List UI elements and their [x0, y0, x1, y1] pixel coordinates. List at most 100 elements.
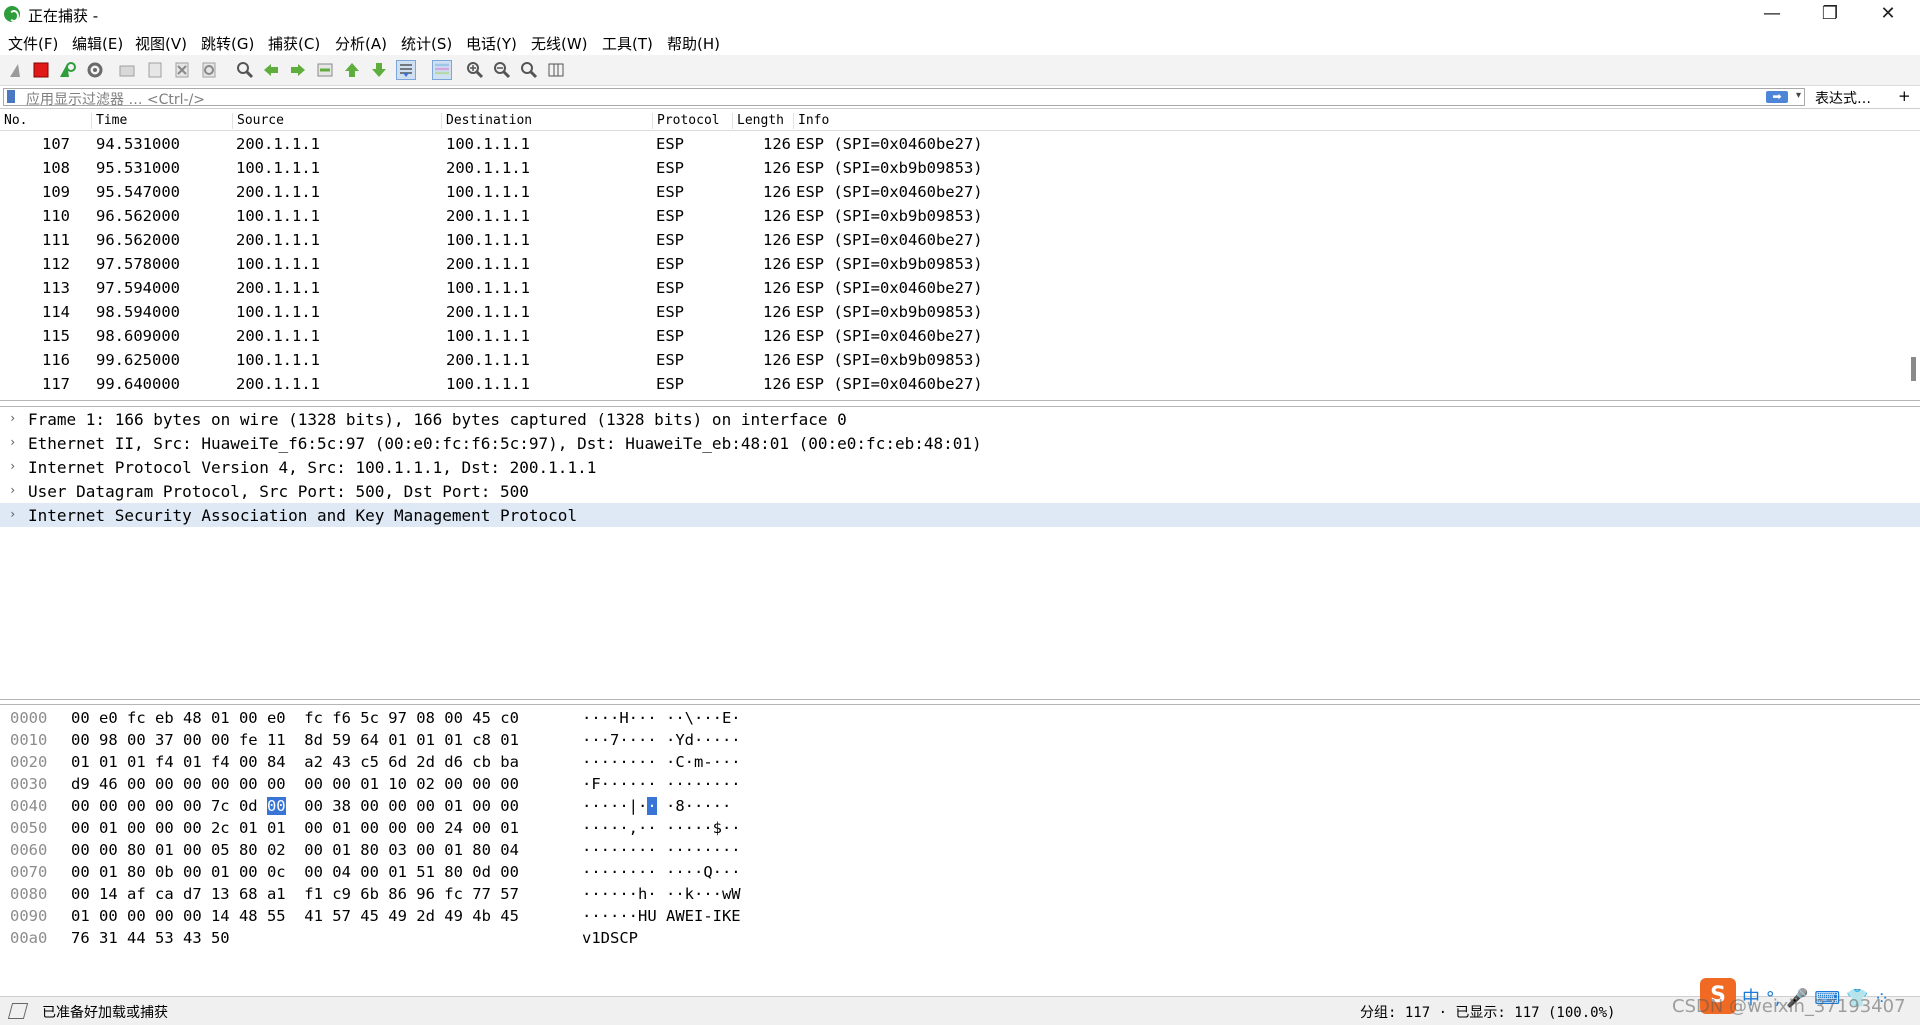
column-info[interactable]: Info: [793, 113, 829, 129]
go-back-arrow-icon[interactable]: [262, 61, 280, 79]
resize-columns-icon[interactable]: [547, 61, 565, 79]
hex-dump-row[interactable]: 0080 00 14 af ca d7 13 68 a1 f1 c9 6b 86 …: [0, 883, 1920, 905]
hex-bytes[interactable]: 00 00 80 01 00 05 80 02 00 01 80 03 00 0…: [71, 841, 519, 859]
ascii-bytes[interactable]: ········ ·C·m-···: [582, 753, 741, 771]
packet-row[interactable]: 114 98.594000 100.1.1.1 200.1.1.1 ESP 126 ESP …: [0, 300, 1900, 324]
tree-item-udp[interactable]: › User Datagram Protocol, Src Port: 500,…: [0, 479, 1920, 503]
hex-dump-row[interactable]: 0050 00 01 00 00 00 2c 01 01 00 01 00 00 …: [0, 817, 1920, 839]
column-length[interactable]: Length: [732, 113, 784, 129]
hex-bytes[interactable]: 00 98 00 37 00 00 fe 11 8d 59 64 01 01 0…: [71, 731, 519, 749]
bookmark-icon[interactable]: [7, 90, 15, 103]
hex-dump-row[interactable]: 0030 d9 46 00 00 00 00 00 00 00 00 01 10 …: [0, 773, 1920, 795]
hex-bytes[interactable]: 01 00 00 00 00 14 48 55 41 57 45 49 2d 4…: [71, 907, 519, 925]
menu-go[interactable]: 跳转(G): [201, 33, 254, 54]
ascii-bytes[interactable]: ·····|·· ·8·····: [582, 797, 731, 815]
restart-capture-icon[interactable]: [58, 61, 76, 79]
menu-analyze[interactable]: 分析(A): [335, 33, 387, 54]
packet-row[interactable]: 108 95.531000 100.1.1.1 200.1.1.1 ESP 126 ESP …: [0, 156, 1900, 180]
tree-item-frame[interactable]: › Frame 1: 166 bytes on wire (1328 bits)…: [0, 407, 1920, 431]
packet-row[interactable]: 109 95.547000 200.1.1.1 100.1.1.1 ESP 126 ESP …: [0, 180, 1900, 204]
menu-tools[interactable]: 工具(T): [602, 33, 653, 54]
apply-filter-arrow-icon[interactable]: ➡: [1766, 91, 1788, 103]
hex-dump-row[interactable]: 0010 00 98 00 37 00 00 fe 11 8d 59 64 01 …: [0, 729, 1920, 751]
expand-arrow-icon[interactable]: ›: [9, 435, 16, 449]
minimize-button[interactable]: —: [1742, 0, 1802, 30]
find-packet-icon[interactable]: [236, 61, 254, 79]
hex-dump-row[interactable]: 0020 01 01 01 f4 01 f4 00 84 a2 43 c5 6d …: [0, 751, 1920, 773]
filter-history-dropdown[interactable]: ▾: [1796, 90, 1801, 101]
save-file-icon[interactable]: [146, 61, 164, 79]
packet-row[interactable]: 113 97.594000 200.1.1.1 100.1.1.1 ESP 126 ESP …: [0, 276, 1900, 300]
expand-arrow-icon[interactable]: ›: [9, 507, 16, 521]
column-protocol[interactable]: Protocol: [652, 113, 720, 129]
zoom-out-icon[interactable]: [493, 61, 511, 79]
packet-row[interactable]: 112 97.578000 100.1.1.1 200.1.1.1 ESP 126 ESP …: [0, 252, 1900, 276]
normal-size-icon[interactable]: [520, 61, 538, 79]
hex-dump-row[interactable]: 0060 00 00 80 01 00 05 80 02 00 01 80 03 …: [0, 839, 1920, 861]
hex-bytes[interactable]: 76 31 44 53 43 50: [71, 929, 230, 947]
expand-arrow-icon[interactable]: ›: [9, 459, 16, 473]
packet-row[interactable]: 107 94.531000 200.1.1.1 100.1.1.1 ESP 126 ESP …: [0, 132, 1900, 156]
menu-help[interactable]: 帮助(H): [667, 33, 720, 54]
menu-view[interactable]: 视图(V): [135, 33, 187, 54]
hex-dump-row[interactable]: 0040 00 00 00 00 00 7c 0d 00 00 38 00 00 …: [0, 795, 1920, 817]
menu-telephony[interactable]: 电话(Y): [466, 33, 517, 54]
hex-dump-row[interactable]: 00a0 76 31 44 53 43 50 v1DSCP: [0, 927, 1920, 949]
expand-arrow-icon[interactable]: ›: [9, 411, 16, 425]
packet-list-scrollbar[interactable]: [1911, 357, 1916, 381]
shark-fin-start-icon[interactable]: [8, 61, 26, 79]
add-filter-button[interactable]: +: [1898, 87, 1911, 105]
menu-wireless[interactable]: 无线(W): [531, 33, 588, 54]
tree-item-ipv4[interactable]: › Internet Protocol Version 4, Src: 100.…: [0, 455, 1920, 479]
hex-bytes[interactable]: 00 00 00 00 00 7c 0d 00 00 38 00 00 00 0…: [71, 797, 519, 815]
ascii-bytes[interactable]: ····H··· ··\···E·: [582, 709, 741, 727]
open-file-icon[interactable]: [118, 61, 136, 79]
colorize-list-icon[interactable]: [432, 60, 452, 80]
column-destination[interactable]: Destination: [441, 113, 532, 129]
ascii-bytes[interactable]: ···7···· ·Yd·····: [582, 731, 741, 749]
hex-dump-row[interactable]: 0090 01 00 00 00 00 14 48 55 41 57 45 49 …: [0, 905, 1920, 927]
display-filter-input[interactable]: 应用显示过滤器 … <Ctrl-/> ➡ ▾: [3, 88, 1805, 108]
auto-scroll-icon[interactable]: [396, 60, 416, 80]
go-forward-arrow-icon[interactable]: [289, 61, 307, 79]
close-file-icon[interactable]: [173, 61, 191, 79]
expert-info-icon[interactable]: [7, 1003, 29, 1019]
hex-bytes[interactable]: d9 46 00 00 00 00 00 00 00 00 01 10 02 0…: [71, 775, 519, 793]
maximize-button[interactable]: ❐: [1800, 0, 1860, 30]
column-time[interactable]: Time: [91, 113, 127, 129]
stop-capture-icon[interactable]: [32, 61, 50, 79]
menu-edit[interactable]: 编辑(E): [72, 33, 123, 54]
go-last-packet-icon[interactable]: [370, 61, 388, 79]
zoom-in-icon[interactable]: [466, 61, 484, 79]
capture-options-gear-icon[interactable]: [86, 61, 104, 79]
packet-row[interactable]: 115 98.609000 200.1.1.1 100.1.1.1 ESP 126 ESP …: [0, 324, 1900, 348]
ascii-bytes[interactable]: ········ ········: [582, 841, 741, 859]
hex-bytes[interactable]: 00 e0 fc eb 48 01 00 e0 fc f6 5c 97 08 0…: [71, 709, 519, 727]
menu-statistics[interactable]: 统计(S): [401, 33, 452, 54]
reload-file-icon[interactable]: [200, 61, 218, 79]
ascii-bytes[interactable]: ········ ····Q···: [582, 863, 741, 881]
menu-file[interactable]: 文件(F): [8, 33, 58, 54]
hex-bytes[interactable]: 01 01 01 f4 01 f4 00 84 a2 43 c5 6d 2d d…: [71, 753, 519, 771]
go-first-packet-icon[interactable]: [343, 61, 361, 79]
expression-button[interactable]: 表达式…: [1815, 88, 1871, 108]
go-to-packet-icon[interactable]: [316, 61, 334, 79]
packet-row[interactable]: 116 99.625000 100.1.1.1 200.1.1.1 ESP 126 ESP …: [0, 348, 1900, 372]
ascii-bytes[interactable]: ·F······ ········: [582, 775, 741, 793]
hex-bytes[interactable]: 00 14 af ca d7 13 68 a1 f1 c9 6b 86 96 f…: [71, 885, 519, 903]
close-button[interactable]: ✕: [1858, 0, 1918, 30]
ascii-bytes[interactable]: ·····,·· ·····$··: [582, 819, 741, 837]
tree-item-ethernet[interactable]: › Ethernet II, Src: HuaweiTe_f6:5c:97 (0…: [0, 431, 1920, 455]
ascii-bytes[interactable]: ······h· ··k···wW: [582, 885, 741, 903]
packet-row[interactable]: 110 96.562000 100.1.1.1 200.1.1.1 ESP 126 ESP …: [0, 204, 1900, 228]
packet-row[interactable]: 117 99.640000 200.1.1.1 100.1.1.1 ESP 126 ESP …: [0, 372, 1900, 396]
hex-bytes[interactable]: 00 01 00 00 00 2c 01 01 00 01 00 00 00 2…: [71, 819, 519, 837]
packet-row[interactable]: 111 96.562000 200.1.1.1 100.1.1.1 ESP 126 ESP …: [0, 228, 1900, 252]
column-source[interactable]: Source: [232, 113, 284, 129]
hex-bytes[interactable]: 00 01 80 0b 00 01 00 0c 00 04 00 01 51 8…: [71, 863, 519, 881]
column-no[interactable]: No.: [0, 113, 27, 129]
hex-dump-row[interactable]: 0000 00 e0 fc eb 48 01 00 e0 fc f6 5c 97 …: [0, 707, 1920, 729]
expand-arrow-icon[interactable]: ›: [9, 483, 16, 497]
menu-capture[interactable]: 捕获(C): [268, 33, 320, 54]
hex-dump-row[interactable]: 0070 00 01 80 0b 00 01 00 0c 00 04 00 01 …: [0, 861, 1920, 883]
